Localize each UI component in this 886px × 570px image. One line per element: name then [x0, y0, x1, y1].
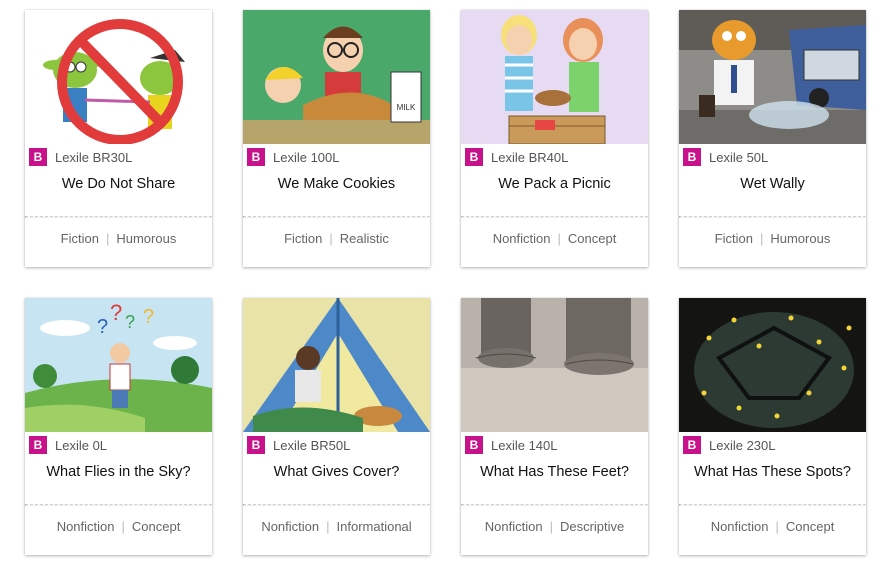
genre-tag[interactable]: Fiction	[715, 231, 753, 246]
level-badge: B	[465, 148, 483, 166]
genre-tags: Nonfiction | Concept	[679, 506, 866, 546]
book-title[interactable]: What Has These Spots?	[679, 464, 866, 504]
book-title[interactable]: We Make Cookies	[243, 176, 430, 216]
genre-tag[interactable]: Nonfiction	[57, 519, 115, 534]
genre-tag[interactable]: Realistic	[340, 231, 389, 246]
genre-tag[interactable]: Humorous	[116, 231, 176, 246]
tag-separator: |	[121, 518, 125, 534]
book-meta: B Lexile 100L	[243, 144, 430, 170]
book-cover-image[interactable]: ? ? ? ?	[25, 298, 212, 432]
genre-tags: Nonfiction | Concept	[25, 506, 212, 546]
level-badge: B	[683, 148, 701, 166]
book-card[interactable]: B Lexile 140L What Has These Feet? Nonfi…	[461, 298, 648, 555]
svg-text:?: ?	[125, 312, 135, 332]
genre-tags: Fiction | Humorous	[679, 218, 866, 258]
genre-tags: Fiction | Humorous	[25, 218, 212, 258]
genre-tag[interactable]: Concept	[786, 519, 834, 534]
book-card[interactable]: B Lexile 50L Wet Wally Fiction | Humorou…	[679, 10, 866, 267]
genre-tag[interactable]: Nonfiction	[493, 231, 551, 246]
genre-tag[interactable]: Nonfiction	[485, 519, 543, 534]
genre-tag[interactable]: Fiction	[61, 231, 99, 246]
svg-text:MILK: MILK	[397, 103, 416, 112]
lexile-label: Lexile 100L	[273, 149, 340, 165]
book-cover-image[interactable]	[679, 10, 866, 144]
genre-tag[interactable]: Fiction	[284, 231, 322, 246]
book-title[interactable]: What Gives Cover?	[243, 464, 430, 504]
book-title[interactable]: We Pack a Picnic	[461, 176, 648, 216]
book-cover-image[interactable]	[461, 10, 648, 144]
lexile-label: Lexile 50L	[709, 149, 769, 165]
book-meta: B Lexile 230L	[679, 432, 866, 458]
genre-tag[interactable]: Descriptive	[560, 519, 624, 534]
genre-tag[interactable]: Informational	[337, 519, 412, 534]
tag-separator: |	[326, 518, 330, 534]
book-card[interactable]: MILK B Lexile 100L We Make Cookies Ficti…	[243, 10, 430, 267]
book-meta: B Lexile 0L	[25, 432, 212, 458]
lexile-label: Lexile BR50L	[273, 437, 351, 453]
genre-tag[interactable]: Nonfiction	[261, 519, 319, 534]
genre-tags: Fiction | Realistic	[243, 218, 430, 258]
lexile-label: Lexile 230L	[709, 437, 776, 453]
book-grid: B Lexile BR30L We Do Not Share Fiction |…	[0, 0, 886, 570]
lexile-label: Lexile BR40L	[491, 149, 569, 165]
lexile-label: Lexile 0L	[55, 437, 108, 453]
level-badge: B	[247, 436, 265, 454]
book-meta: B Lexile 140L	[461, 432, 648, 458]
book-cover-image[interactable]: MILK	[243, 10, 430, 144]
level-badge: B	[29, 148, 47, 166]
book-card[interactable]: B Lexile 230L What Has These Spots? Nonf…	[679, 298, 866, 555]
book-cover-image[interactable]	[243, 298, 430, 432]
genre-tag[interactable]: Concept	[568, 231, 616, 246]
lexile-label: Lexile BR30L	[55, 149, 133, 165]
genre-tag[interactable]: Humorous	[770, 231, 830, 246]
book-meta: B Lexile BR50L	[243, 432, 430, 458]
book-title[interactable]: What Has These Feet?	[461, 464, 648, 504]
genre-tags: Nonfiction | Concept	[461, 218, 648, 258]
svg-text:?: ?	[97, 316, 108, 338]
genre-tags: Nonfiction | Informational	[243, 506, 430, 546]
book-card[interactable]: B Lexile BR40L We Pack a Picnic Nonficti…	[461, 10, 648, 267]
book-meta: B Lexile 50L	[679, 144, 866, 170]
book-title[interactable]: We Do Not Share	[25, 176, 212, 216]
tag-separator: |	[557, 230, 561, 246]
book-title[interactable]: What Flies in the Sky?	[25, 464, 212, 504]
genre-tag[interactable]: Nonfiction	[711, 519, 769, 534]
book-card[interactable]: B Lexile BR30L We Do Not Share Fiction |…	[25, 10, 212, 267]
book-card[interactable]: ? ? ? ? B Lexile 0L What Flies in the Sk…	[25, 298, 212, 555]
genre-tag[interactable]: Concept	[132, 519, 180, 534]
book-cover-image[interactable]	[25, 10, 212, 144]
genre-tags: Nonfiction | Descriptive	[461, 506, 648, 546]
book-cover-image[interactable]	[679, 298, 866, 432]
level-badge: B	[465, 436, 483, 454]
book-card[interactable]: B Lexile BR50L What Gives Cover? Nonfict…	[243, 298, 430, 555]
tag-separator: |	[105, 230, 110, 246]
tag-separator: |	[775, 518, 779, 534]
book-cover-image[interactable]	[461, 298, 648, 432]
tag-separator: |	[759, 230, 764, 246]
svg-text:?: ?	[110, 300, 122, 325]
book-title[interactable]: Wet Wally	[679, 176, 866, 216]
lexile-label: Lexile 140L	[491, 437, 558, 453]
level-badge: B	[247, 148, 265, 166]
tag-separator: |	[329, 230, 333, 246]
book-meta: B Lexile BR40L	[461, 144, 648, 170]
svg-text:?: ?	[143, 306, 154, 328]
level-badge: B	[29, 436, 47, 454]
tag-separator: |	[549, 518, 553, 534]
level-badge: B	[683, 436, 701, 454]
book-meta: B Lexile BR30L	[25, 144, 212, 170]
